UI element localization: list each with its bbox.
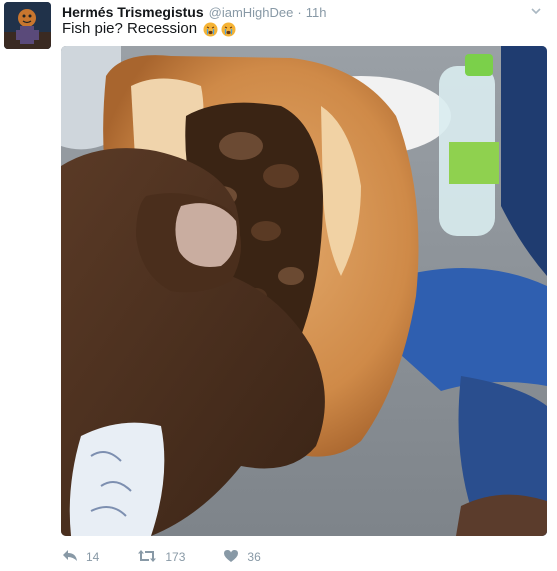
crying-face-icon	[221, 22, 236, 37]
avatar[interactable]	[4, 2, 51, 49]
timestamp[interactable]: 11h	[306, 5, 327, 20]
tweet-photo[interactable]	[61, 46, 547, 536]
tweet-text: Fish pie? Recession	[62, 19, 236, 39]
heart-icon	[223, 549, 247, 566]
user-handle[interactable]: @iamHighDee	[209, 5, 294, 20]
tweet-actions: 14 173 36	[62, 546, 299, 568]
chevron-down-icon[interactable]	[529, 4, 543, 18]
retweet-button[interactable]: 173	[137, 549, 185, 566]
reply-icon	[62, 549, 86, 566]
tweet-text-content: Fish pie? Recession	[62, 20, 198, 37]
separator-dot: ·	[297, 5, 302, 20]
tweet-card: Hermés Trismegistus @iamHighDee · 11h Fi…	[0, 0, 557, 571]
retweet-icon	[137, 549, 165, 566]
crying-face-icon	[203, 22, 218, 37]
like-button[interactable]: 36	[223, 549, 261, 566]
like-count: 36	[247, 550, 261, 564]
display-name[interactable]: Hermés Trismegistus	[62, 4, 204, 20]
reply-button[interactable]: 14	[62, 549, 99, 566]
retweet-count: 173	[165, 550, 186, 564]
reply-count: 14	[86, 550, 100, 564]
